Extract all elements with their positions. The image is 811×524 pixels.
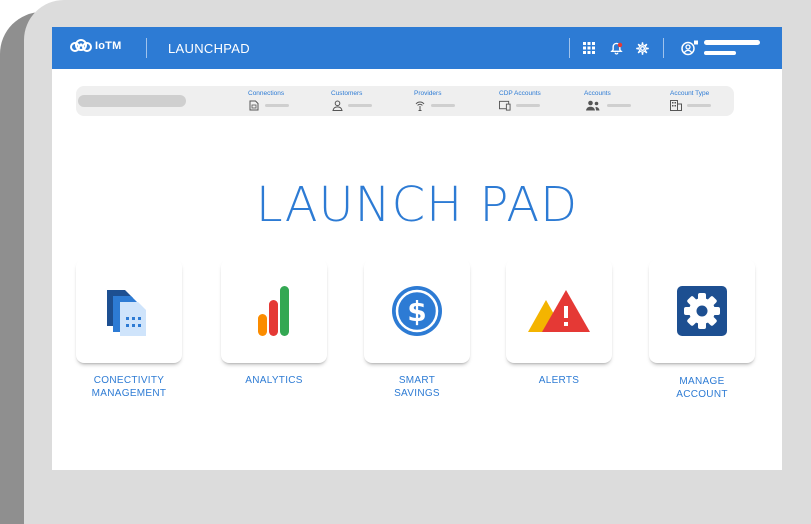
stat-value-placeholder	[348, 103, 372, 107]
header-divider	[663, 38, 664, 58]
app-title: LAUNCHPAD	[168, 41, 250, 56]
header-divider	[146, 38, 147, 58]
stat-connections[interactable]: Connections	[248, 90, 289, 111]
stat-value-placeholder	[687, 103, 711, 107]
stat-value-placeholder	[265, 103, 289, 107]
stat-label: Connections	[248, 90, 285, 97]
warning-triangles-icon	[506, 259, 612, 363]
stat-label: Accounts	[584, 90, 611, 97]
stat-providers[interactable]: Providers	[414, 90, 455, 111]
notification-bell-icon[interactable]	[607, 39, 625, 57]
top-header: IoTM LAUNCHPAD	[52, 27, 782, 69]
stat-label: Providers	[414, 90, 442, 97]
gear-icon	[649, 259, 755, 363]
tile-label: ANALYTICS	[245, 375, 303, 386]
tile-smart-savings[interactable]: $	[364, 259, 470, 363]
user-role-placeholder	[704, 51, 736, 55]
bar-chart-icon	[221, 259, 327, 363]
header-divider	[569, 38, 570, 58]
person-icon	[331, 99, 343, 111]
stat-label: Account Type	[670, 90, 710, 97]
svg-text:$: $	[407, 295, 426, 328]
user-info[interactable]	[704, 40, 760, 55]
stat-value-placeholder	[431, 103, 455, 107]
stat-customers[interactable]: Customers	[331, 90, 372, 111]
building-icon	[670, 99, 682, 111]
cloud-logo-icon	[70, 39, 92, 52]
stats-search-placeholder	[78, 95, 186, 107]
stat-label: Customers	[331, 90, 363, 97]
stat-account-type[interactable]: Account Type	[670, 90, 711, 111]
app-screen: IoTM LAUNCHPAD Connections Customers Pro…	[52, 27, 782, 470]
stats-bar: Connections Customers Providers CDP Acco…	[76, 86, 734, 116]
stat-value-placeholder	[516, 103, 540, 107]
antenna-icon	[414, 99, 426, 111]
tile-manage-account[interactable]	[649, 259, 755, 363]
settings-gear-icon[interactable]	[633, 39, 651, 57]
tile-connectivity-management[interactable]	[76, 259, 182, 363]
tile-label: MANAGE ACCOUNT	[676, 376, 728, 400]
stat-value-placeholder	[607, 103, 631, 107]
devices-icon	[499, 99, 511, 111]
sim-cards-icon	[76, 259, 182, 363]
tile-analytics[interactable]	[221, 259, 327, 363]
page-title: LAUNCH PAD	[255, 177, 579, 233]
stat-label: CDP Accounts	[499, 90, 541, 97]
stat-cdp-accounts[interactable]: CDP Accounts	[499, 90, 541, 111]
tile-label: ALERTS	[538, 375, 580, 386]
group-icon	[584, 99, 602, 111]
stat-accounts[interactable]: Accounts	[584, 90, 631, 111]
apps-grid-icon[interactable]	[580, 39, 598, 57]
logo[interactable]: IoTM	[70, 39, 121, 53]
user-avatar-icon[interactable]	[680, 39, 700, 57]
dollar-coin-icon: $	[364, 259, 470, 363]
logo-text: IoTM	[95, 40, 122, 52]
tile-label: CONECTIVITY MANAGEMENT	[91, 375, 167, 399]
user-name-placeholder	[704, 40, 760, 45]
sim-card-icon	[248, 99, 260, 111]
tile-label: SMART SAVINGS	[394, 375, 440, 399]
tile-alerts[interactable]	[506, 259, 612, 363]
